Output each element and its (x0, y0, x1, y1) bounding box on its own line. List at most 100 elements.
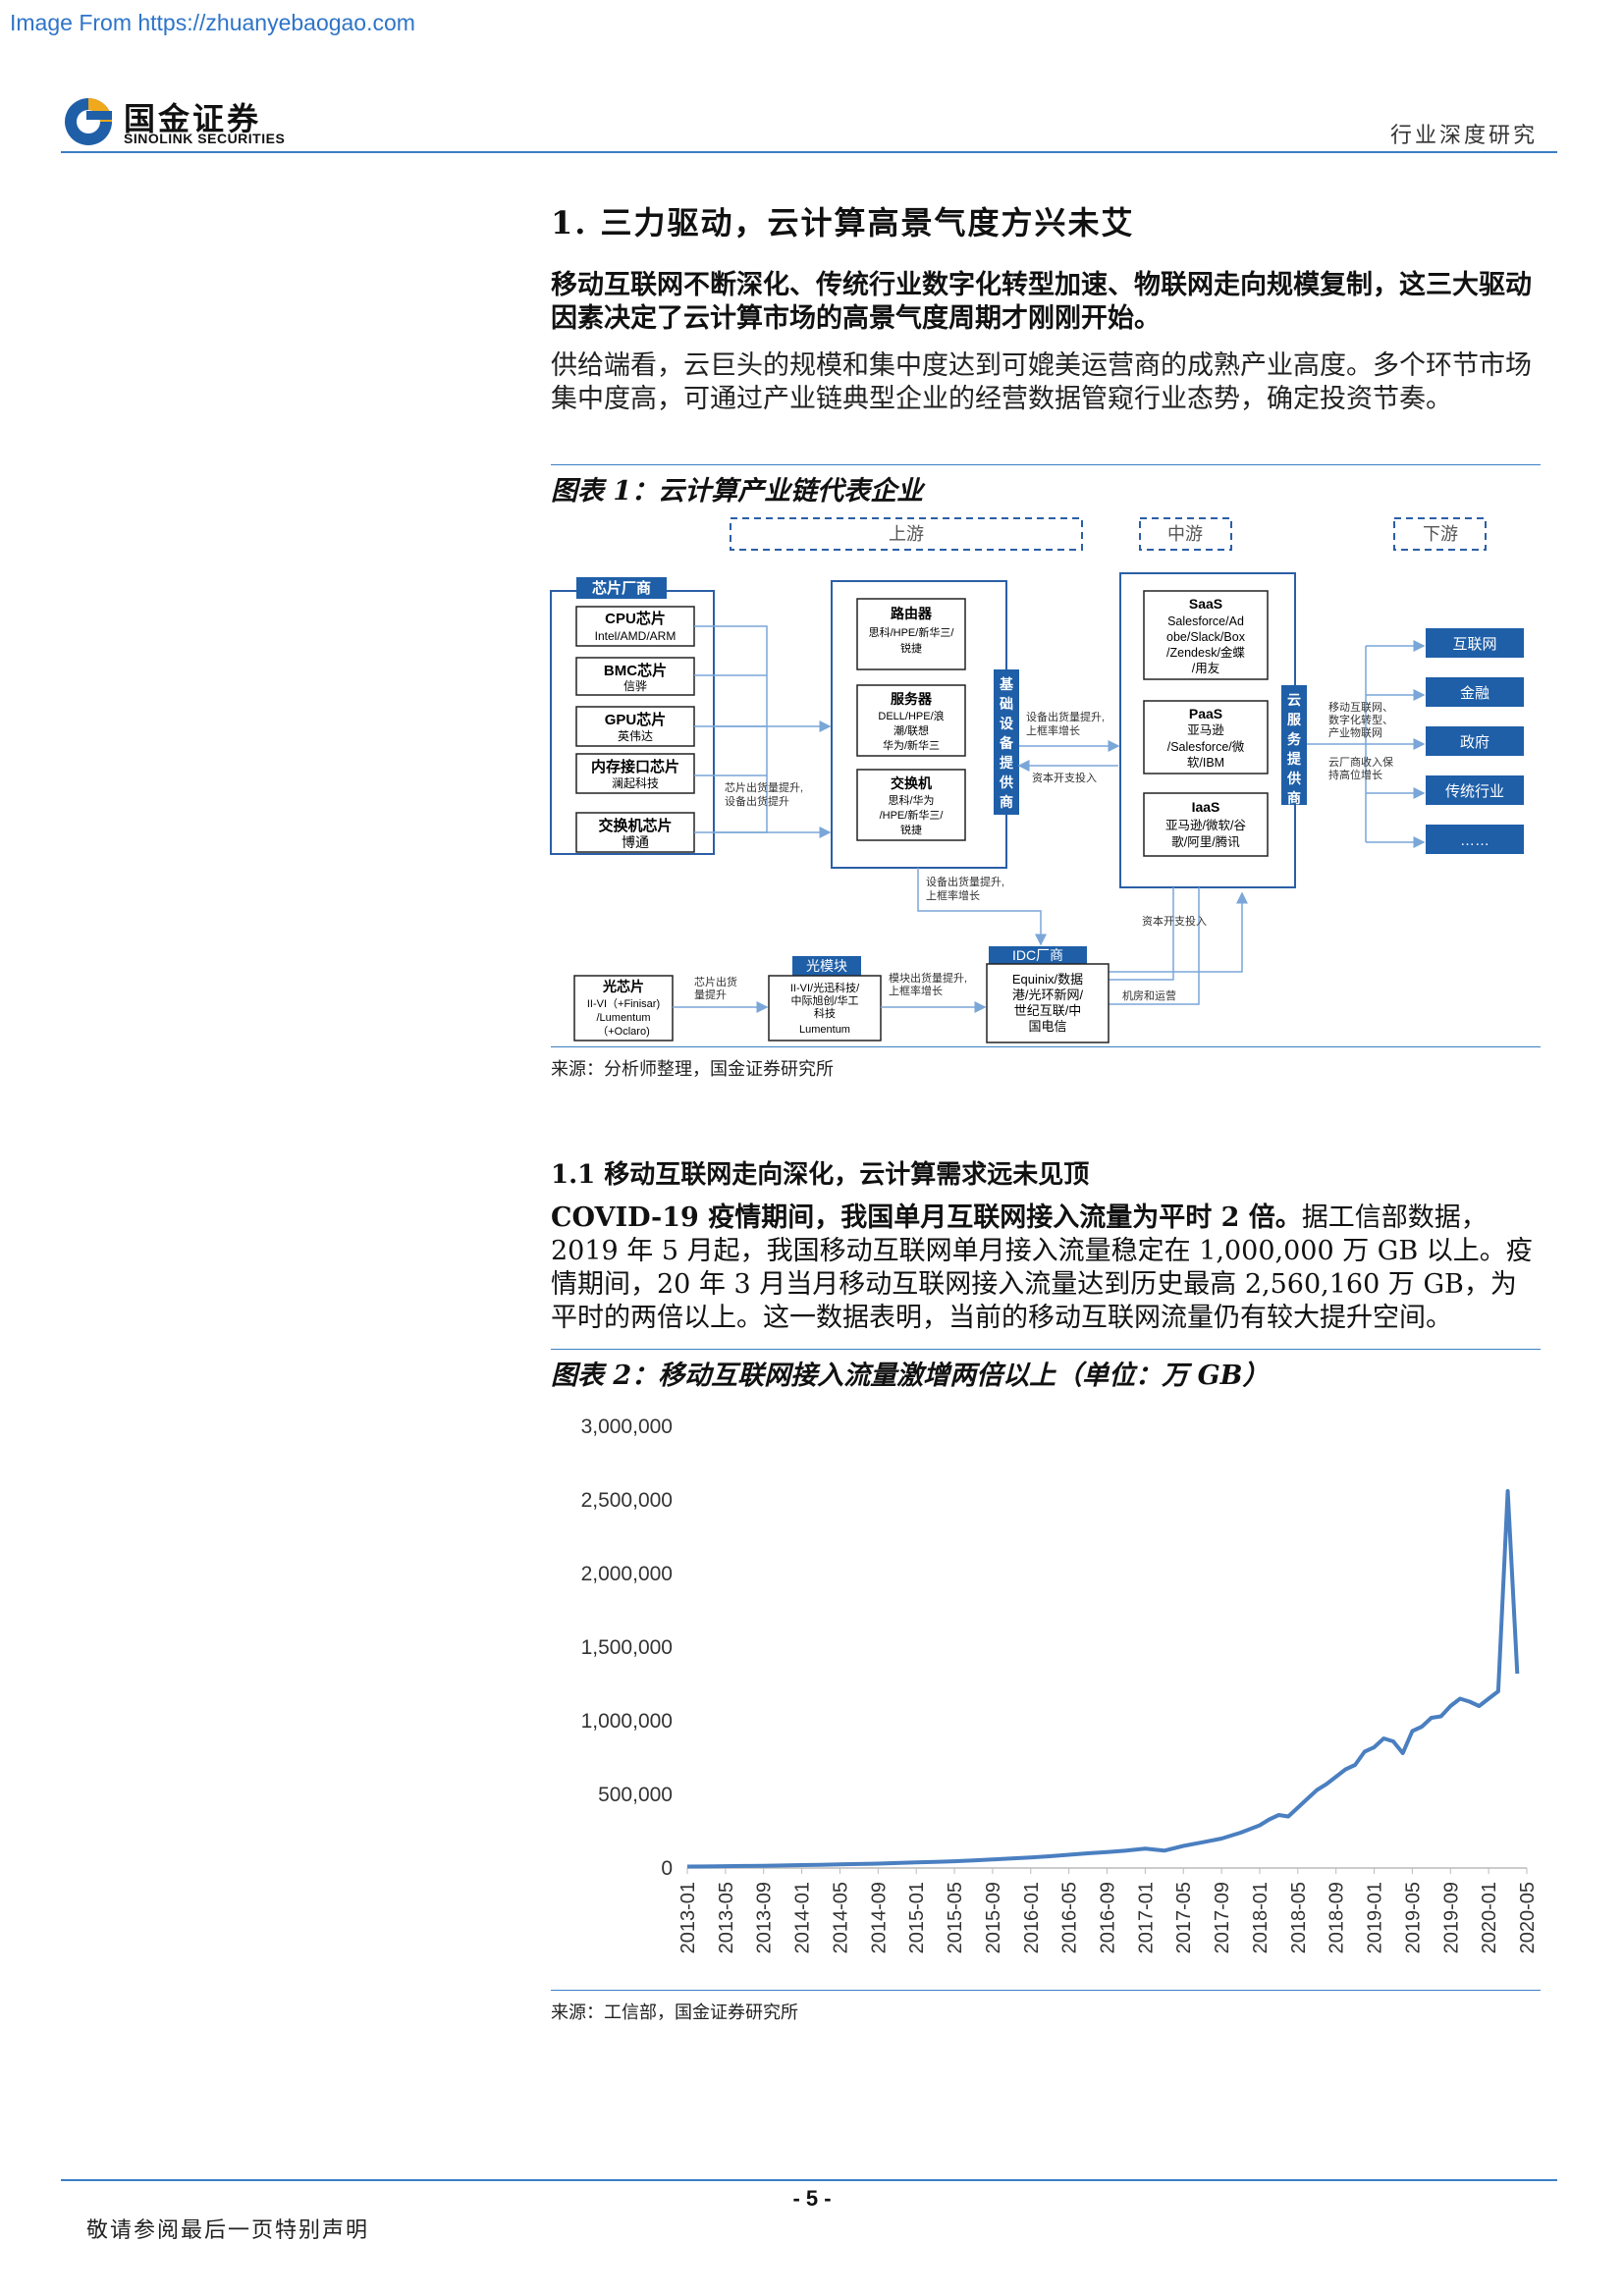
x-tick-label: 2019-05 (1402, 1882, 1424, 1953)
downstream-item: 传统行业 (1445, 783, 1504, 800)
optical-module-vendors: II-VI/光迅科技/ (790, 981, 860, 994)
figure-divider (551, 1046, 1541, 1047)
idc-vendors: 世纪互联/中 (1014, 1003, 1082, 1018)
equip-vendors: 思科/HPE/新华三/ (869, 625, 955, 639)
figure-divider (551, 464, 1541, 465)
x-tick-label: 2019-01 (1365, 1882, 1386, 1953)
y-tick-label: 1,500,000 (581, 1636, 673, 1659)
equip-vendors: 锐捷 (900, 823, 922, 836)
traffic-line-chart: 0 500,000 1,000,000 1,500,000 2,000,000 2,500… (581, 1415, 1539, 1953)
idc-note: 设备出货量提升, (926, 875, 1004, 888)
cloud-vendors: 亚马逊/微软/谷 (1165, 818, 1246, 832)
x-tick-label: 2016-01 (1021, 1882, 1043, 1953)
equip-note: 资本开支投入 (1032, 771, 1097, 784)
cloud-to-downstream-lines (1307, 640, 1426, 848)
industry-chain-diagram: 上游 中游 下游 芯片厂商 CPU芯片 Intel/AMD/ARM BMC芯片 … (550, 517, 1524, 1043)
cloud-vendors: /用友 (1192, 662, 1219, 675)
module-note: 模块出货量提升, (889, 971, 967, 985)
figure-source: 来源：分析师整理，国金证券研究所 (551, 1059, 834, 1080)
diagram-label: 提 (1000, 755, 1014, 771)
optical-module-vendors: 科技 (814, 1006, 836, 1020)
x-tick-label: 2015-09 (983, 1882, 1004, 1953)
chip-vendors: 信骅 (623, 679, 647, 693)
x-tick-label: 2020-01 (1479, 1882, 1500, 1953)
x-axis: 2013-01 2013-05 2013-09 2014-01 2014-05 2014-… (677, 1868, 1539, 1953)
y-tick-label: 0 (661, 1857, 673, 1880)
x-tick-label: 2018-05 (1288, 1882, 1310, 1953)
y-tick-label: 3,000,000 (581, 1415, 673, 1438)
x-tick-label: 2013-01 (677, 1882, 699, 1953)
chip-name: BMC芯片 (604, 662, 667, 679)
cloud-vendors: /Zendesk/金蝶 (1166, 645, 1245, 660)
x-tick-label: 2020-05 (1517, 1882, 1539, 1953)
diagram-label: 备 (999, 735, 1014, 751)
diagram-label: 基 (1000, 676, 1014, 692)
logo-text-en: SINOLINK SECURITIES (124, 131, 286, 146)
chip-note: 芯片出货量提升, (725, 780, 803, 794)
diagram-label: 供 (1286, 771, 1301, 786)
chip-group-label: 芯片厂商 (592, 579, 651, 597)
downstream-label: 下游 (1423, 524, 1458, 544)
x-tick-label: 2014-09 (868, 1882, 890, 1953)
watermark-link[interactable]: Image From https://zhuanyebaogao.com (10, 10, 415, 36)
diagram-label: 务 (1287, 731, 1302, 747)
idc-vendors: 国电信 (1028, 1019, 1066, 1034)
cloud-vendors: 歌/阿里/腾讯 (1171, 834, 1240, 849)
equip-note: 设备出货量提升, (1026, 710, 1105, 723)
idc-note: 资本开支投入 (1142, 914, 1207, 928)
diagram-label: 提 (1287, 751, 1302, 767)
downstream-item: …… (1460, 832, 1489, 849)
footer-divider (61, 2179, 1557, 2181)
chip-vendors: 澜起科技 (612, 776, 659, 790)
cloud-note: 数字化转型、 (1328, 713, 1393, 726)
equip-vendors: 思科/华为 (888, 793, 934, 807)
chip-note: 设备出货提升 (725, 794, 789, 808)
equip-to-cloud-arrows (1017, 740, 1120, 772)
optical-module-vendors: Lumentum (799, 1024, 850, 1036)
diagram-label: 设 (1000, 716, 1014, 731)
y-tick-label: 500,000 (598, 1784, 673, 1806)
page-number: - 5 - (792, 2186, 832, 2211)
x-tick-label: 2018-01 (1250, 1882, 1272, 1953)
x-tick-label: 2015-01 (906, 1882, 928, 1953)
diagram-label: 商 (1287, 790, 1301, 806)
section-title: 1. 三力驱动，云计算高景气度方兴未艾 (551, 204, 1135, 241)
equip-name: 路由器 (891, 606, 933, 621)
downstream-item: 互联网 (1452, 636, 1496, 653)
x-tick-label: 2016-09 (1098, 1882, 1119, 1953)
chip-name: 交换机芯片 (598, 817, 672, 834)
chip-name: 内存接口芯片 (591, 758, 679, 775)
idc-vendors: 港/光环新网/ (1012, 988, 1084, 1002)
x-tick-label: 2017-09 (1212, 1882, 1233, 1953)
chip-name: GPU芯片 (605, 711, 667, 728)
upstream-label: 上游 (889, 524, 924, 544)
y-tick-label: 2,500,000 (581, 1489, 673, 1512)
equip-vendors: DELL/HPE/浪 (878, 709, 944, 722)
cloud-name: IaaS (1192, 799, 1220, 815)
subsection-title: 1.1 移动互联网走向深化，云计算需求远未见顶 (551, 1160, 1090, 1190)
x-tick-label: 2015-05 (945, 1882, 966, 1953)
equip-name: 交换机 (891, 775, 932, 791)
diagram-label: 云 (1287, 692, 1301, 708)
lead-paragraph: 移动互联网不断深化、传统行业数字化转型加速、物联网走向规模复制，这三大驱动因素决… (551, 270, 1532, 334)
figure-source: 来源：工信部，国金证券研究所 (551, 2002, 798, 2023)
cloud-vendors: Salesforce/Ad (1167, 614, 1244, 628)
figure-divider (551, 1349, 1541, 1350)
diagram-label: 服 (1287, 712, 1302, 727)
x-tick-label: 2013-05 (716, 1882, 737, 1953)
y-tick-label: 2,000,000 (581, 1563, 673, 1585)
optical-chip-vendors: /Lumentum (596, 1012, 650, 1024)
cloud-vendors: obe/Slack/Box (1166, 630, 1246, 644)
cloud-note: 持高位增长 (1328, 768, 1382, 781)
downstream-item: 政府 (1460, 734, 1489, 751)
optical-chip-vendors: （+Oclaro) (597, 1025, 650, 1038)
cloud-vendors: 软/IBM (1187, 756, 1224, 770)
idc-note: 上框率增长 (926, 888, 980, 902)
x-tick-label: 2014-05 (830, 1882, 851, 1953)
x-tick-label: 2014-01 (792, 1882, 814, 1953)
x-tick-label: 2017-05 (1173, 1882, 1195, 1953)
x-tick-label: 2019-09 (1440, 1882, 1462, 1953)
chip-vendors: 博通 (622, 834, 649, 850)
disclaimer-note: 敬请参阅最后一页特别声明 (86, 2218, 370, 2243)
equip-vendors: /HPE/新华三/ (880, 808, 945, 822)
